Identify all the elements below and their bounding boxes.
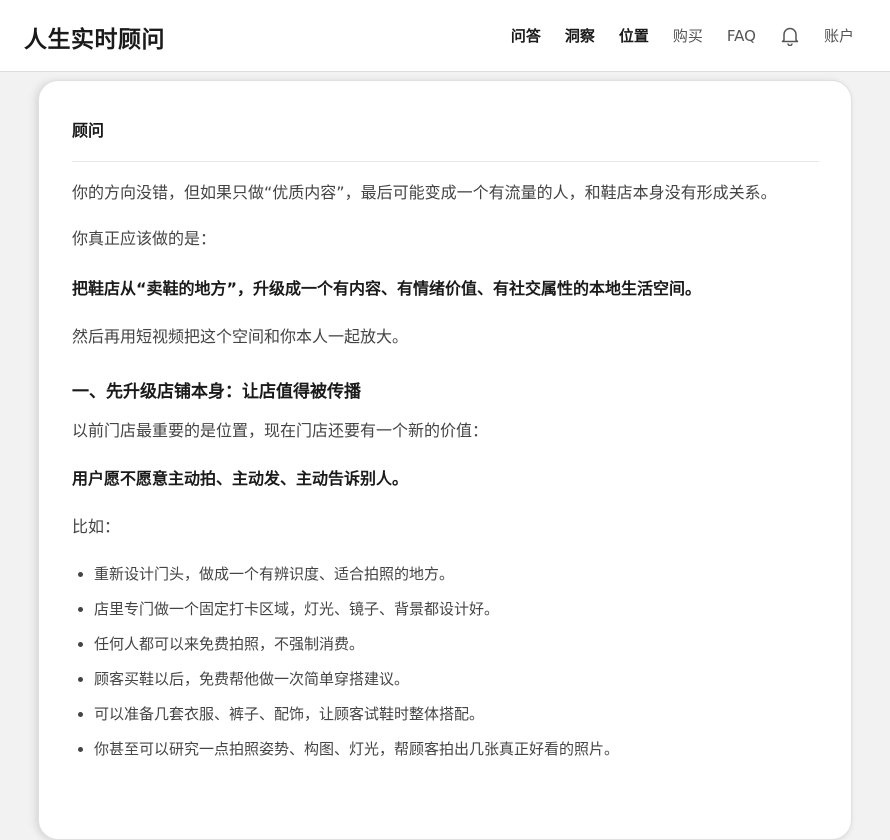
- nav-item-location[interactable]: 位置: [619, 22, 649, 50]
- key-statement: 把鞋店从“卖鞋的地方”，升级成一个有内容、有情绪价值、有社交属性的本地生活空间。: [72, 279, 702, 298]
- main-nav: 问答 洞察 位置 购买 FAQ 账户: [487, 22, 854, 50]
- advisor-card: 顾问 你的方向没错，但如果只做“优质内容”，最后可能变成一个有流量的人，和鞋店本…: [38, 80, 852, 840]
- nav-item-buy[interactable]: 购买: [673, 22, 703, 50]
- nav-item-faq[interactable]: FAQ: [727, 22, 756, 50]
- brand-title[interactable]: 人生实时顾问: [24, 20, 165, 54]
- paragraph: 你的方向没错，但如果只做“优质内容”，最后可能变成一个有流量的人，和鞋店本身没有…: [72, 183, 777, 202]
- nav-item-qa[interactable]: 问答: [511, 22, 541, 50]
- list-item: 重新设计门头，做成一个有辨识度、适合拍照的地方。: [94, 557, 819, 592]
- card-title: 顾问: [72, 117, 819, 162]
- paragraph: 以前门店最重要的是位置，现在门店还要有一个新的价值：: [72, 421, 489, 440]
- list-item: 任何人都可以来免费拍照，不强制消费。: [94, 627, 819, 662]
- list-item: 顾客买鞋以后，免费帮他做一次简单穿搭建议。: [94, 662, 819, 697]
- nav-item-insight[interactable]: 洞察: [565, 22, 595, 50]
- nav-item-account[interactable]: 账户: [824, 22, 854, 50]
- section-heading: 一、先升级店铺本身：让店值得被传播: [72, 382, 361, 402]
- paragraph: 比如：: [72, 517, 121, 536]
- bell-icon[interactable]: [780, 26, 800, 46]
- list-item: 店里专门做一个固定打卡区域，灯光、镜子、背景都设计好。: [94, 592, 819, 627]
- suggestion-list: 重新设计门头，做成一个有辨识度、适合拍照的地方。 店里专门做一个固定打卡区域，灯…: [72, 557, 819, 767]
- key-statement: 用户愿不愿意主动拍、主动发、主动告诉别人。: [72, 469, 409, 488]
- list-item: 你甚至可以研究一点拍照姿势、构图、灯光，帮顾客拍出几张真正好看的照片。: [94, 732, 819, 767]
- paragraph: 你真正应该做的是：: [72, 229, 217, 248]
- paragraph: 然后再用短视频把这个空间和你本人一起放大。: [72, 327, 409, 346]
- list-item: 可以准备几套衣服、裤子、配饰，让顾客试鞋时整体搭配。: [94, 697, 819, 732]
